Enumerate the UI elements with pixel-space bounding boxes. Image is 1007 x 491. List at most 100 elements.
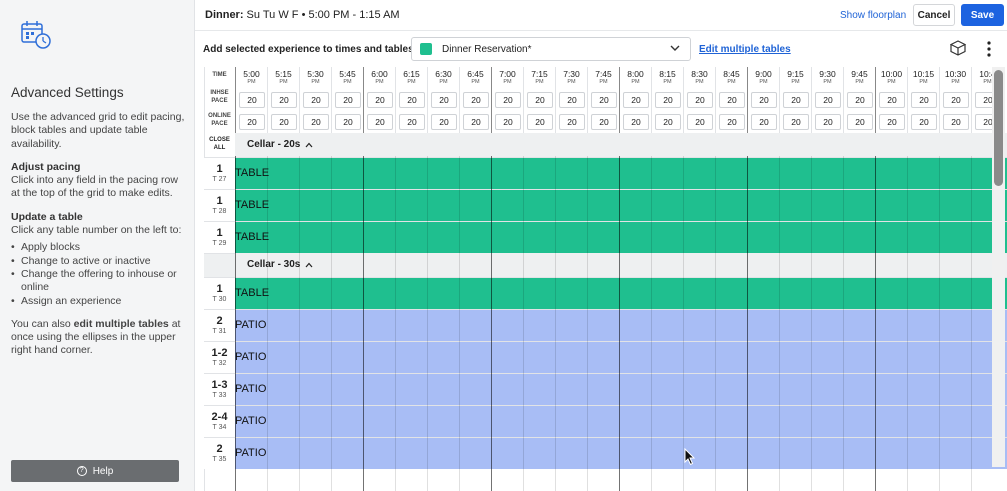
online-pace-input[interactable]: 20	[271, 114, 297, 130]
grid-scrollbar[interactable]	[992, 67, 1005, 467]
inhouse-pace-input[interactable]: 20	[655, 92, 681, 108]
inhouse-pace-input[interactable]: 20	[271, 92, 297, 108]
help-button[interactable]: ? Help	[11, 460, 179, 482]
table-number-button[interactable]: 1T 27	[204, 157, 235, 189]
online-pace-cell: 20	[651, 111, 683, 133]
time-column-header: 9:00 PM	[747, 67, 779, 89]
online-pace-cell: 20	[331, 111, 363, 133]
time-period: PM	[919, 79, 928, 85]
inhouse-pace-input[interactable]: 20	[463, 92, 489, 108]
save-button[interactable]: Save	[961, 4, 1004, 26]
table-number-button[interactable]: 1T 30	[204, 277, 235, 309]
cube-icon[interactable]	[950, 40, 966, 56]
time-column-header: 8:45 PM	[715, 67, 747, 89]
section-header[interactable]: Cellar - 20s	[235, 133, 1007, 157]
online-pace-input[interactable]: 20	[719, 114, 745, 130]
table-row[interactable]: TABLE	[235, 277, 1007, 309]
ellipsis-menu-icon[interactable]	[985, 40, 993, 58]
table-row[interactable]: PATIO	[235, 373, 1007, 405]
scrollbar-thumb[interactable]	[994, 70, 1003, 186]
table-number-button[interactable]: 1-3 T 33	[204, 373, 235, 405]
table-row[interactable]: PATIO	[235, 437, 1007, 469]
table-number-button[interactable]: 1-2 T 32	[204, 341, 235, 373]
chevron-up-icon[interactable]	[305, 262, 313, 268]
table-number-button[interactable]: 2T 35	[204, 437, 235, 469]
online-pace-input[interactable]: 20	[495, 114, 521, 130]
time-column-header: 7:15 PM	[523, 67, 555, 89]
table-party-size: 2	[216, 443, 223, 455]
inhouse-pace-input[interactable]: 20	[335, 92, 361, 108]
time-column-header: 10:30 PM	[939, 67, 971, 89]
online-pace-input[interactable]: 20	[303, 114, 329, 130]
experience-select[interactable]: Dinner Reservation*	[411, 37, 691, 61]
time-column-header: 6:45 PM	[459, 67, 491, 89]
time-label: 9:45	[851, 69, 868, 79]
cancel-button[interactable]: Cancel	[913, 4, 955, 26]
chevron-up-icon[interactable]	[305, 142, 313, 148]
inhouse-pace-input[interactable]: 20	[239, 92, 265, 108]
online-pace-input[interactable]: 20	[655, 114, 681, 130]
time-period: PM	[727, 79, 736, 85]
table-party-size: 1	[216, 195, 223, 207]
grid-column-divider	[651, 156, 652, 491]
online-pace-input[interactable]: 20	[463, 114, 489, 130]
time-column-header: 10:00 PM	[875, 67, 907, 89]
inhouse-pace-input[interactable]: 20	[943, 92, 969, 108]
table-row[interactable]: PATIO	[235, 405, 1007, 437]
inhouse-pace-input[interactable]: 20	[879, 92, 905, 108]
table-id: T 30	[212, 296, 227, 303]
inhouse-pace-input[interactable]: 20	[687, 92, 713, 108]
table-row[interactable]: PATIO	[235, 341, 1007, 373]
online-pace-input[interactable]: 20	[591, 114, 617, 130]
online-pace-input[interactable]: 20	[623, 114, 649, 130]
table-row[interactable]: PATIO	[235, 309, 1007, 341]
inhouse-pace-input[interactable]: 20	[623, 92, 649, 108]
inhouse-pace-input[interactable]: 20	[559, 92, 585, 108]
table-number-button[interactable]: 2-4 T 34	[204, 405, 235, 437]
online-pace-input[interactable]: 20	[239, 114, 265, 130]
online-pace-input[interactable]: 20	[559, 114, 585, 130]
table-row[interactable]: TABLE	[235, 189, 1007, 221]
online-pace-input[interactable]: 20	[399, 114, 425, 130]
inhouse-pace-input[interactable]: 20	[719, 92, 745, 108]
inhouse-pace-input[interactable]: 20	[431, 92, 457, 108]
inhouse-pace-cell: 20	[875, 89, 907, 111]
inhouse-pace-input[interactable]: 20	[783, 92, 809, 108]
online-pace-input[interactable]: 20	[527, 114, 553, 130]
online-pace-input[interactable]: 20	[367, 114, 393, 130]
time-period: PM	[759, 79, 768, 85]
online-pace-input[interactable]: 20	[431, 114, 457, 130]
inhouse-pace-input[interactable]: 20	[751, 92, 777, 108]
close-all-label-line2: ALL	[213, 145, 226, 151]
inhouse-pace-input[interactable]: 20	[303, 92, 329, 108]
section-header[interactable]: Cellar - 30s	[235, 253, 1007, 277]
inhouse-pace-input[interactable]: 20	[367, 92, 393, 108]
inhouse-pace-input[interactable]: 20	[591, 92, 617, 108]
table-row[interactable]: TABLE	[235, 157, 1007, 189]
close-all-button[interactable]: CLOSE ALL	[204, 136, 235, 152]
table-number-button[interactable]: 1T 29	[204, 221, 235, 253]
online-pace-input[interactable]: 20	[911, 114, 937, 130]
table-number-button[interactable]: 1T 28	[204, 189, 235, 221]
inhouse-pace-input[interactable]: 20	[495, 92, 521, 108]
online-pace-cell: 20	[459, 111, 491, 133]
online-pace-cell: 20	[587, 111, 619, 133]
edit-multiple-tables-link[interactable]: Edit multiple tables	[699, 44, 791, 55]
online-pace-input[interactable]: 20	[879, 114, 905, 130]
online-pace-input[interactable]: 20	[815, 114, 841, 130]
shift-summary: Dinner: Su Tu W F • 5:00 PM - 1:15 AM	[205, 9, 400, 21]
inhouse-pace-input[interactable]: 20	[815, 92, 841, 108]
online-pace-input[interactable]: 20	[847, 114, 873, 130]
inhouse-pace-input[interactable]: 20	[399, 92, 425, 108]
inhouse-pace-input[interactable]: 20	[911, 92, 937, 108]
online-pace-input[interactable]: 20	[783, 114, 809, 130]
inhouse-pace-input[interactable]: 20	[527, 92, 553, 108]
table-number-button[interactable]: 2T 31	[204, 309, 235, 341]
online-pace-input[interactable]: 20	[751, 114, 777, 130]
show-floorplan-link[interactable]: Show floorplan	[840, 10, 906, 21]
online-pace-input[interactable]: 20	[943, 114, 969, 130]
inhouse-pace-input[interactable]: 20	[847, 92, 873, 108]
table-row[interactable]: TABLE	[235, 221, 1007, 253]
online-pace-input[interactable]: 20	[335, 114, 361, 130]
online-pace-input[interactable]: 20	[687, 114, 713, 130]
